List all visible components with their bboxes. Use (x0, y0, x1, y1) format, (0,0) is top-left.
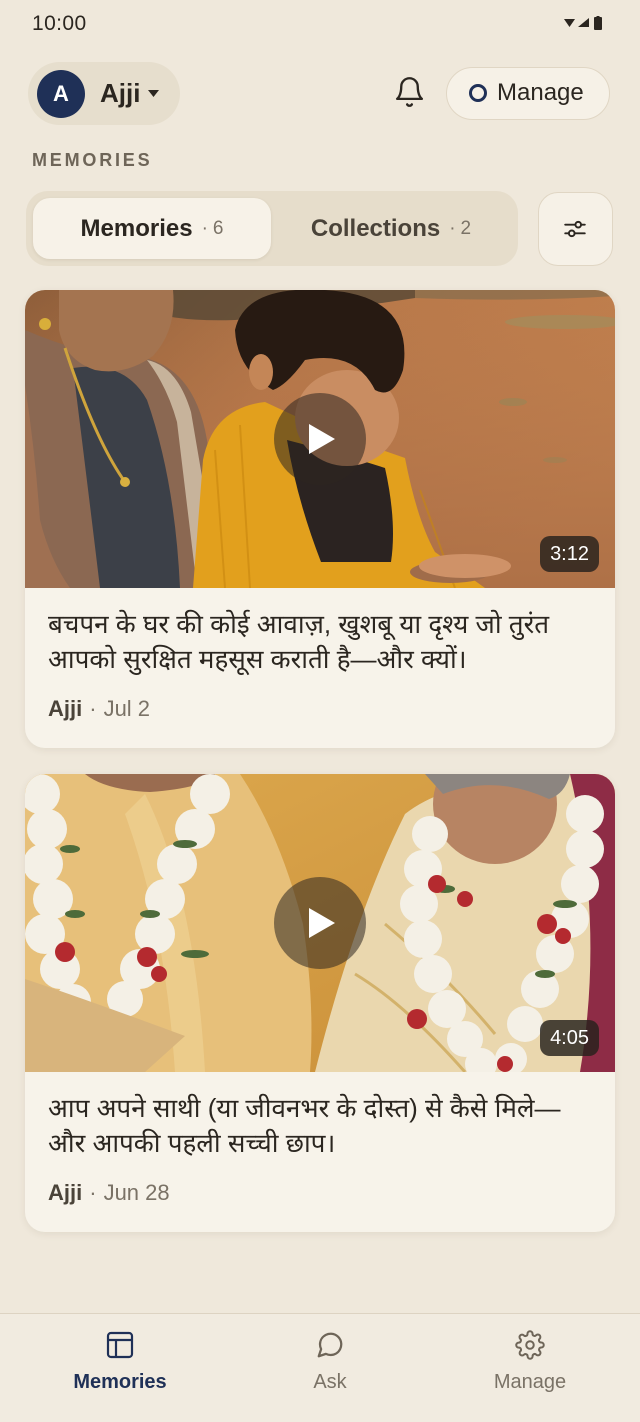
tab-count: · 2 (449, 215, 471, 243)
status-time: 10:00 (32, 12, 87, 35)
memory-title: आप अपने साथी (या जीवनभर के दोस्त) से कैस… (48, 1093, 561, 1158)
memory-card-body: बचपन के घर की कोई आवाज़, खुशबू या दृश्य … (25, 588, 615, 724)
nav-item-manage[interactable]: Manage (450, 1314, 610, 1422)
memories-icon (106, 1331, 134, 1359)
nav-label: Manage (493, 1371, 567, 1393)
play-icon (309, 908, 335, 938)
duration-badge: 3:12 (540, 536, 599, 572)
memory-date: Jul 2 (103, 696, 151, 721)
manage-button-label: Manage (497, 79, 584, 106)
bell-icon[interactable] (393, 75, 426, 109)
status-bar: 10:00 (0, 0, 640, 48)
circle-icon (469, 84, 487, 102)
memory-author: Ajji (48, 1180, 83, 1205)
chat-icon (317, 1332, 343, 1358)
memory-date: Jun 28 (103, 1180, 170, 1205)
memory-card[interactable]: 4:05 आप अपने साथी (या जीवनभर के दोस्त) स… (25, 774, 615, 1232)
nav-item-memories[interactable]: Memories (40, 1314, 200, 1422)
bottom-nav: Memories Ask Manage (0, 1313, 640, 1422)
view-switcher: Memories · 6 Collections · 2 (26, 191, 518, 266)
play-icon (309, 424, 335, 454)
profile-name: Ajji (100, 78, 141, 108)
tab-count-separator: · (449, 217, 456, 239)
memory-thumbnail[interactable]: 3:12 (25, 290, 615, 588)
tab-collections[interactable]: Collections · 2 (271, 198, 511, 259)
meta-separator: · (89, 696, 97, 721)
memory-meta: Ajji · Jul 2 (48, 694, 592, 724)
tab-label: Memories (80, 214, 193, 242)
tab-count-value: 6 (212, 217, 224, 239)
signal-icon (578, 18, 589, 27)
tab-count-separator: · (201, 217, 208, 239)
nav-label: Memories (73, 1371, 167, 1393)
filter-button[interactable] (538, 192, 613, 266)
battery-icon (594, 16, 602, 30)
memory-meta: Ajji · Jun 28 (48, 1178, 592, 1208)
section-label: MEMORIES (32, 150, 153, 170)
tab-memories[interactable]: Memories · 6 (33, 198, 271, 259)
profile-switcher[interactable]: A Ajji (28, 62, 180, 125)
play-button[interactable] (274, 877, 366, 969)
tab-label: Collections (310, 214, 441, 242)
memory-title: बचपन के घर की कोई आवाज़, खुशबू या दृश्य … (48, 609, 550, 674)
nav-item-ask[interactable]: Ask (250, 1314, 410, 1422)
tab-count: · 6 (202, 215, 224, 243)
meta-separator: · (89, 1180, 97, 1205)
manage-button[interactable]: Manage (446, 67, 610, 120)
sliders-icon (564, 220, 586, 238)
wifi-icon (564, 19, 575, 27)
nav-label: Ask (313, 1371, 347, 1393)
memory-thumbnail[interactable]: 4:05 (25, 774, 615, 1072)
play-button[interactable] (274, 393, 366, 485)
memory-card[interactable]: 3:12 बचपन के घर की कोई आवाज़, खुशबू या द… (25, 290, 615, 748)
duration-badge: 4:05 (540, 1020, 599, 1056)
tab-count-value: 2 (460, 217, 472, 239)
gear-icon (515, 1330, 545, 1360)
avatar: A (37, 70, 85, 118)
caret-down-icon (148, 90, 159, 97)
memory-author: Ajji (48, 696, 83, 721)
memory-card-body: आप अपने साथी (या जीवनभर के दोस्त) से कैस… (25, 1072, 615, 1208)
